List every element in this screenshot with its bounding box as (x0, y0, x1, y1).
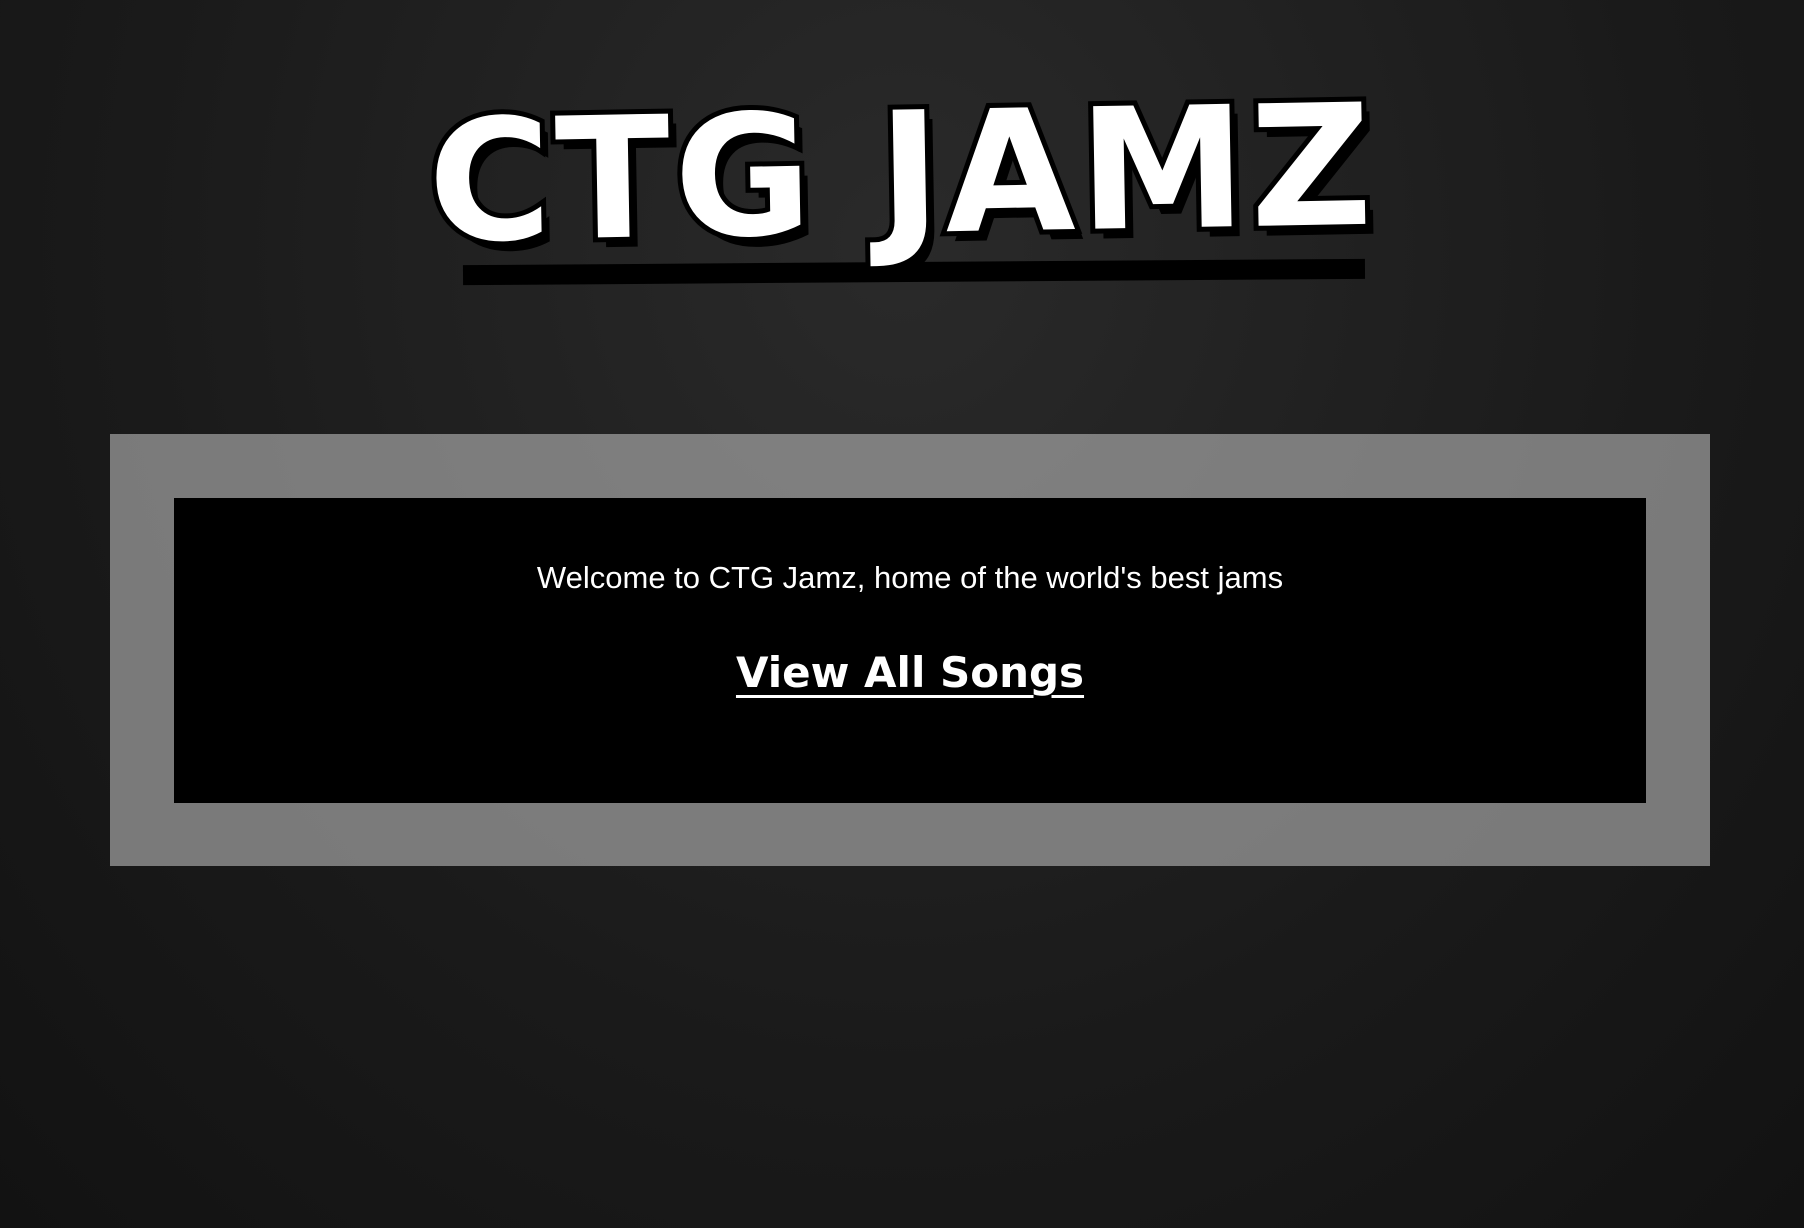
site-title: CTG JAMZ (421, 63, 1382, 286)
welcome-text: Welcome to CTG Jamz, home of the world's… (536, 560, 1284, 595)
welcome-panel: Welcome to CTG Jamz, home of the world's… (174, 498, 1646, 803)
page: CTG JAMZ Welcome to CTG Jamz, home of th… (0, 0, 1804, 1228)
view-all-songs-link[interactable]: View All Songs (174, 648, 1646, 697)
